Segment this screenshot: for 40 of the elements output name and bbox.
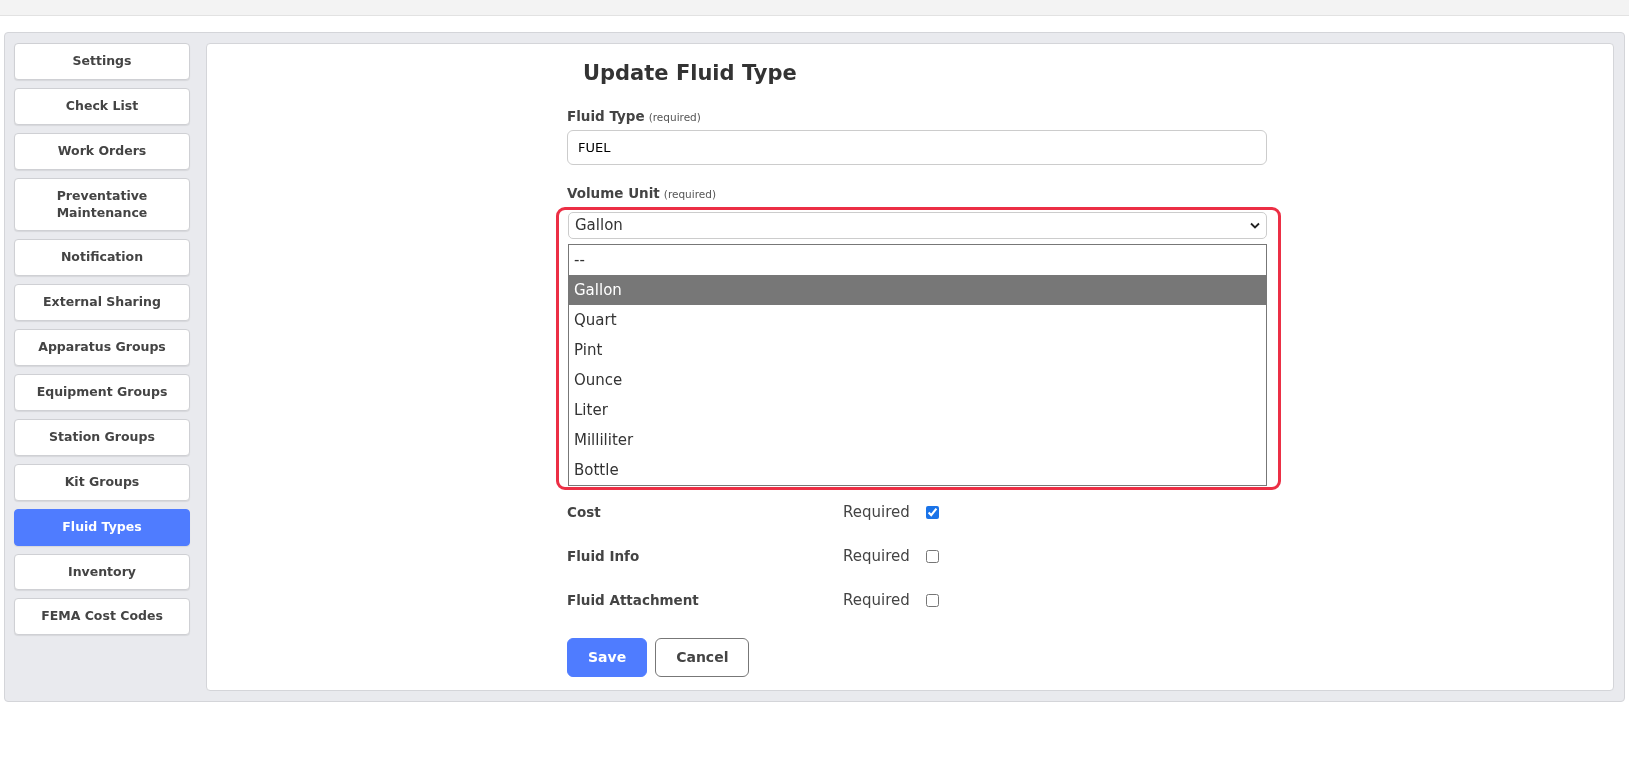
sidebar-item[interactable]: FEMA Cost Codes — [14, 598, 190, 636]
form-title: Update Fluid Type — [583, 60, 798, 87]
chevron-down-icon — [1250, 222, 1260, 229]
sidebar-item[interactable]: Work Orders — [14, 132, 190, 170]
dropdown-option[interactable]: Quart — [569, 305, 1266, 335]
required-note: (required) — [648, 109, 701, 125]
sidebar-item[interactable]: Preventative Maintenance — [14, 177, 190, 232]
required-label: Required — [843, 501, 910, 523]
sidebar-item[interactable]: Check List — [14, 87, 190, 125]
required-label: Required — [843, 589, 910, 611]
sidebar-item[interactable]: External Sharing — [14, 284, 190, 322]
dropdown-option[interactable]: Liter — [569, 395, 1266, 425]
cancel-button[interactable]: Cancel — [655, 638, 750, 677]
sidebar-item[interactable]: Inventory — [14, 553, 190, 591]
option-label: Fluid Info — [567, 546, 641, 566]
dropdown-option[interactable]: Gallon — [569, 275, 1266, 305]
sidebar-item[interactable]: Station Groups — [14, 418, 190, 456]
dropdown-option[interactable]: -- — [569, 245, 1266, 275]
sidebar-item[interactable]: Settings — [14, 43, 190, 80]
required-checkbox[interactable] — [925, 505, 939, 519]
dropdown-option[interactable]: Pint — [569, 335, 1266, 365]
required-checkbox[interactable] — [925, 549, 939, 563]
fluid-type-input[interactable]: FUEL — [567, 129, 1267, 165]
dropdown-option[interactable]: Ounce — [569, 365, 1266, 395]
option-label: Fluid Attachment — [567, 590, 700, 610]
sidebar-item[interactable]: Equipment Groups — [14, 374, 190, 411]
volume-unit-select[interactable]: Gallon — [568, 212, 1267, 239]
dropdown-option[interactable]: Milliliter — [569, 425, 1266, 455]
field-label: Volume Unit — [567, 183, 660, 203]
sidebar-item[interactable]: Apparatus Groups — [14, 329, 190, 366]
option-label: Cost — [567, 502, 602, 522]
required-checkbox[interactable] — [925, 593, 939, 607]
sidebar-item[interactable]: Fluid Types — [14, 508, 190, 546]
required-note: (required) — [663, 186, 716, 202]
field-label: Fluid Type — [567, 106, 645, 126]
required-label: Required — [843, 545, 910, 567]
sidebar-item[interactable]: Kit Groups — [14, 463, 190, 501]
sidebar-item[interactable]: Notification — [14, 239, 190, 277]
save-button[interactable]: Save — [567, 638, 648, 677]
dropdown-option[interactable]: Bottle — [569, 455, 1266, 485]
